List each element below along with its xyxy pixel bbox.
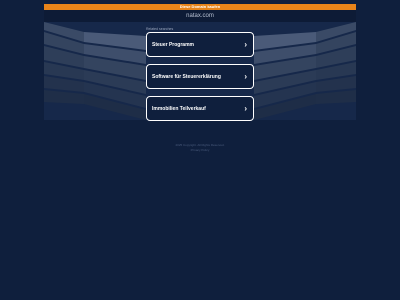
related-link-immobilien-teilverkauf[interactable]: Immobilien Teilverkauf › [146,96,254,121]
related-link-label: Steuer Programm [152,41,194,48]
domain-header: natax.com [44,10,356,22]
footer-copyright: 2025 Copyright. All Rights Reserved. [175,143,225,147]
related-link-steuer-programm[interactable]: Steuer Programm › [146,32,254,57]
domain-name: natax.com [186,13,214,19]
related-searches-label: Related searches [146,27,174,31]
related-link-software-steuererklaerung[interactable]: Software für Steuererklärung › [146,64,254,89]
privacy-policy-link[interactable]: Privacy Policy [0,148,400,152]
parked-domain-page: Diese Domain kaufen natax.com Related se… [0,0,400,300]
left-stripes [44,22,146,120]
chevron-right-icon: › [244,103,247,113]
right-stripes [254,22,356,120]
chevron-right-icon: › [244,71,247,81]
related-link-label: Software für Steuererklärung [152,73,221,80]
related-link-label: Immobilien Teilverkauf [152,105,206,112]
chevron-right-icon: › [244,39,247,49]
